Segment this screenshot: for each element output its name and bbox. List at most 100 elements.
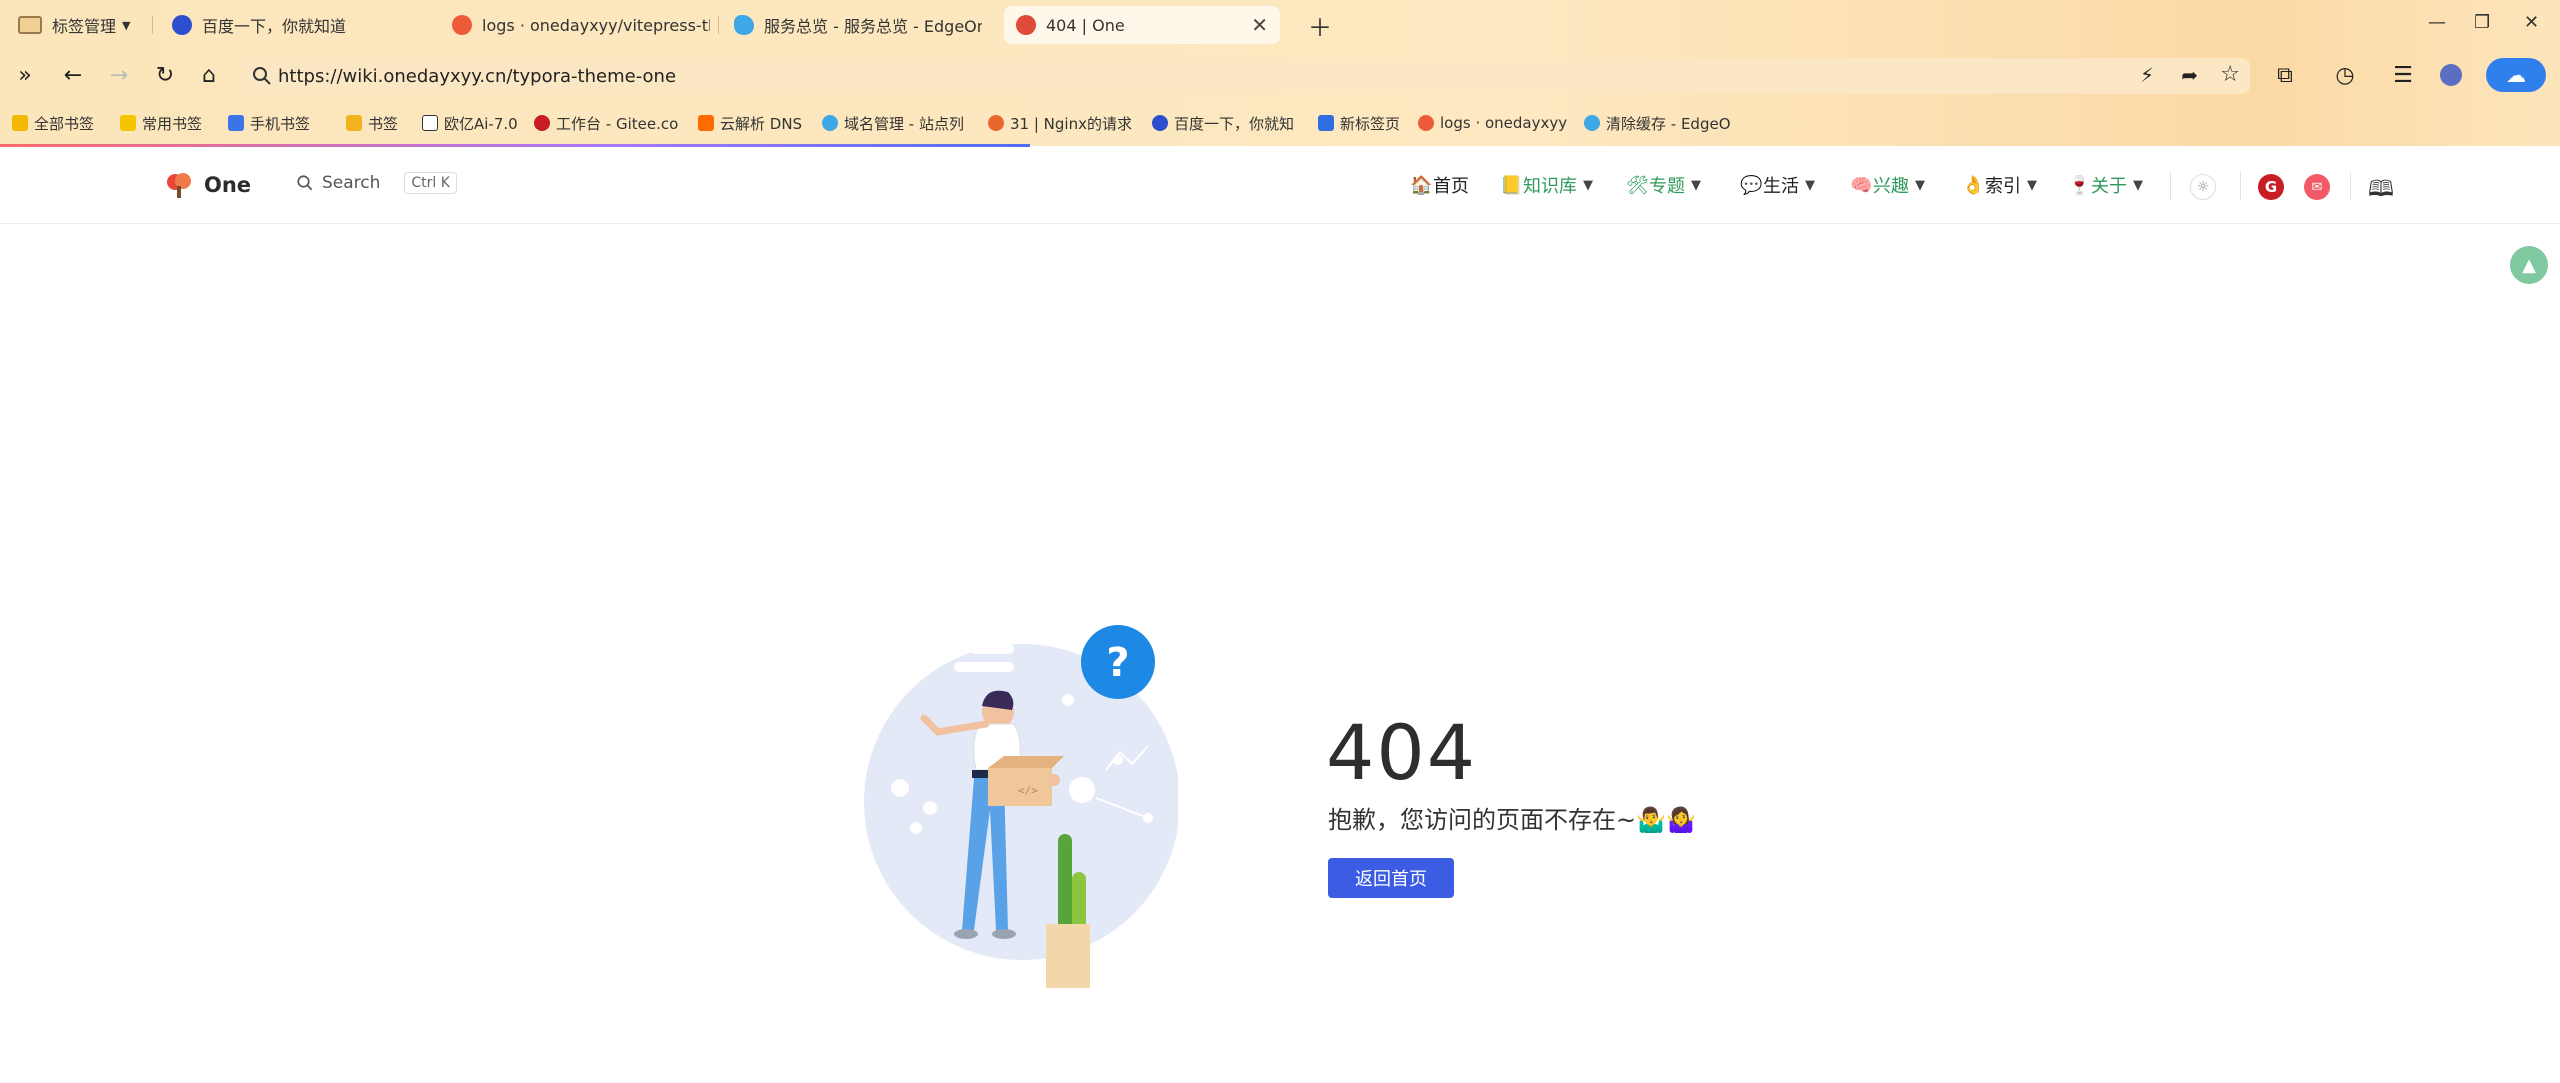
site-icon xyxy=(422,115,438,131)
chevron-down-icon: ▼ xyxy=(1583,177,1593,193)
cloud-sync-icon[interactable]: ☁ xyxy=(2486,58,2546,92)
nav-index[interactable]: 👌 索引 ▼ xyxy=(1962,172,2037,198)
address-bar[interactable]: https://wiki.onedayxyy.cn/typora-theme-o… xyxy=(242,58,2250,94)
site-name: One xyxy=(204,173,252,197)
minimize-button[interactable]: — xyxy=(2428,12,2446,33)
bookmark-label: logs · onedayxyy xyxy=(1440,114,1568,132)
theme-toggle-sun-icon[interactable]: ☼ xyxy=(2190,174,2216,200)
tab-bookmark-manager[interactable]: 标签管理 ▼ xyxy=(6,6,146,44)
tree-logo-icon xyxy=(167,173,191,198)
home-button[interactable]: ⌂ xyxy=(194,60,224,90)
back-home-button[interactable]: 返回首页 xyxy=(1328,858,1454,898)
nav-about[interactable]: 🍷 关于 ▼ xyxy=(2068,172,2143,198)
close-tab-icon[interactable]: ✕ xyxy=(1251,13,1268,37)
tools-icon: 🛠 xyxy=(1626,175,1649,196)
tab-manager-icon xyxy=(18,16,42,34)
tab-logs[interactable]: logs · onedayxyy/vitepress-the xyxy=(440,6,710,44)
wine-icon: 🍷 xyxy=(2068,175,2091,196)
new-tab-button[interactable]: ＋ xyxy=(1308,8,1332,43)
tab-separator xyxy=(718,16,719,34)
avatar[interactable] xyxy=(2436,60,2466,90)
book-icon: 📒 xyxy=(1500,175,1523,196)
bookmark-item[interactable]: 书签 xyxy=(346,112,398,134)
nav-label: 专题 xyxy=(1649,176,1685,197)
cloud-icon xyxy=(822,115,838,131)
divider xyxy=(2350,172,2351,200)
chevron-down-icon: ▼ xyxy=(2133,177,2143,193)
geek-icon xyxy=(988,115,1004,131)
bookmark-icon xyxy=(120,115,136,131)
bookmark-label: 工作台 - Gitee.co xyxy=(556,114,679,133)
chevron-down-icon: ▼ xyxy=(1915,177,1925,193)
search-shortcut: Ctrl K xyxy=(404,172,457,194)
tab-label: 标签管理 xyxy=(52,17,117,36)
nav-label: 生活 xyxy=(1763,176,1799,197)
menu-icon[interactable]: ☰ xyxy=(2388,60,2418,90)
url-text[interactable]: https://wiki.onedayxyy.cn/typora-theme-o… xyxy=(278,66,676,87)
forward-button[interactable]: → xyxy=(104,60,134,90)
bookmark-item[interactable]: 常用书签 xyxy=(120,112,202,134)
bookmark-label: 清除缓存 - EdgeO xyxy=(1606,114,1731,133)
bookmark-item[interactable]: 工作台 - Gitee.co xyxy=(534,112,694,134)
site-logo-icon xyxy=(452,15,472,35)
bookmark-item[interactable]: 手机书签 xyxy=(228,112,310,134)
chevron-down-icon: ▼ xyxy=(122,18,131,32)
bookmark-label: 书签 xyxy=(368,114,399,133)
tab-404-active[interactable]: 404 | One ✕ xyxy=(1004,6,1280,44)
site-header: One Search Ctrl K 🏠 首页 📒 知识库 ▼ 🛠 专题 ▼ 💬 … xyxy=(0,148,2560,224)
bookmark-label: 云解析 DNS xyxy=(720,114,803,133)
chat-bubble-icon: 💬 xyxy=(1740,175,1763,196)
bookmark-item[interactable]: 31 | Nginx的请求 xyxy=(988,112,1134,134)
error-message: 抱歉，您访问的页面不存在~🤷‍♂️🤷‍♀️ xyxy=(1328,806,1696,834)
tab-label: 百度一下，你就知道 xyxy=(202,17,347,36)
search-button[interactable]: Search Ctrl K xyxy=(296,172,457,194)
head-icon: 🧠 xyxy=(1850,175,1873,196)
star-bookmark-icon[interactable]: ☆ xyxy=(2220,62,2240,87)
lightning-icon[interactable]: ⚡ xyxy=(2140,63,2154,87)
reading-mode-book-icon[interactable]: 🕮 xyxy=(2368,172,2394,210)
reload-button[interactable]: ↻ xyxy=(150,60,180,90)
back-button[interactable]: ← xyxy=(58,60,88,90)
nav-label: 关于 xyxy=(2091,176,2127,197)
back-to-top-button[interactable]: ▲ xyxy=(2510,246,2548,284)
nav-topics[interactable]: 🛠 专题 ▼ xyxy=(1626,172,1701,198)
tab-baidu[interactable]: 百度一下，你就知道 xyxy=(160,6,428,44)
bookmark-item[interactable]: 清除缓存 - EdgeO xyxy=(1584,112,1734,134)
nav-home[interactable]: 🏠 首页 xyxy=(1410,172,1469,198)
share-icon[interactable]: ➦ xyxy=(2181,63,2198,87)
bookmark-item[interactable]: 百度一下，你就知 xyxy=(1152,112,1302,134)
hand-icon: 👌 xyxy=(1962,175,1985,196)
nav-interests[interactable]: 🧠 兴趣 ▼ xyxy=(1850,172,1925,198)
nav-label: 知识库 xyxy=(1523,176,1577,197)
404-illustration: ? </> xyxy=(864,625,1178,988)
extensions-icon[interactable]: ⧉ xyxy=(2270,60,2300,90)
mail-icon[interactable]: ✉ xyxy=(2304,174,2330,200)
bookmark-label: 手机书签 xyxy=(250,114,311,133)
bookmark-item[interactable]: 域名管理 - 站点列 xyxy=(822,112,970,134)
search-icon xyxy=(253,67,271,85)
bookmark-item[interactable]: 新标签页 xyxy=(1318,112,1400,134)
history-icon[interactable]: ◷ xyxy=(2330,60,2360,90)
home-icon xyxy=(1318,115,1334,131)
site-logo[interactable]: One xyxy=(164,170,251,200)
bookmark-item[interactable]: 云解析 DNS xyxy=(698,112,802,134)
bookmark-label: 31 | Nginx的请求 xyxy=(1010,114,1132,133)
close-window-button[interactable]: ✕ xyxy=(2524,12,2539,33)
folder-icon xyxy=(346,115,362,131)
bookmark-label: 全部书签 xyxy=(34,114,95,133)
aliyun-icon xyxy=(698,115,714,131)
bookmark-item[interactable]: 欧亿Ai-7.0 xyxy=(422,112,518,134)
svg-text:</>: </> xyxy=(1018,784,1038,797)
chevron-down-icon: ▼ xyxy=(2027,177,2037,193)
gitee-icon[interactable]: G xyxy=(2258,174,2284,200)
bookmarks-bar: 全部书签 常用书签 手机书签 书签 欧亿Ai-7.0 工作台 - Gitee.c… xyxy=(0,108,2560,138)
nav-life[interactable]: 💬 生活 ▼ xyxy=(1740,172,1815,198)
cloud-icon xyxy=(1584,115,1600,131)
nav-knowledge[interactable]: 📒 知识库 ▼ xyxy=(1500,172,1593,198)
bookmark-item[interactable]: 全部书签 xyxy=(12,112,94,134)
house-icon: 🏠 xyxy=(1410,175,1433,196)
tab-edgeone[interactable]: 服务总览 - 服务总览 - EdgeOne xyxy=(722,6,982,44)
sidebar-toggle-icon[interactable]: » xyxy=(10,60,40,90)
bookmark-item[interactable]: logs · onedayxyy xyxy=(1418,112,1568,134)
restore-button[interactable]: ❐ xyxy=(2474,12,2490,33)
